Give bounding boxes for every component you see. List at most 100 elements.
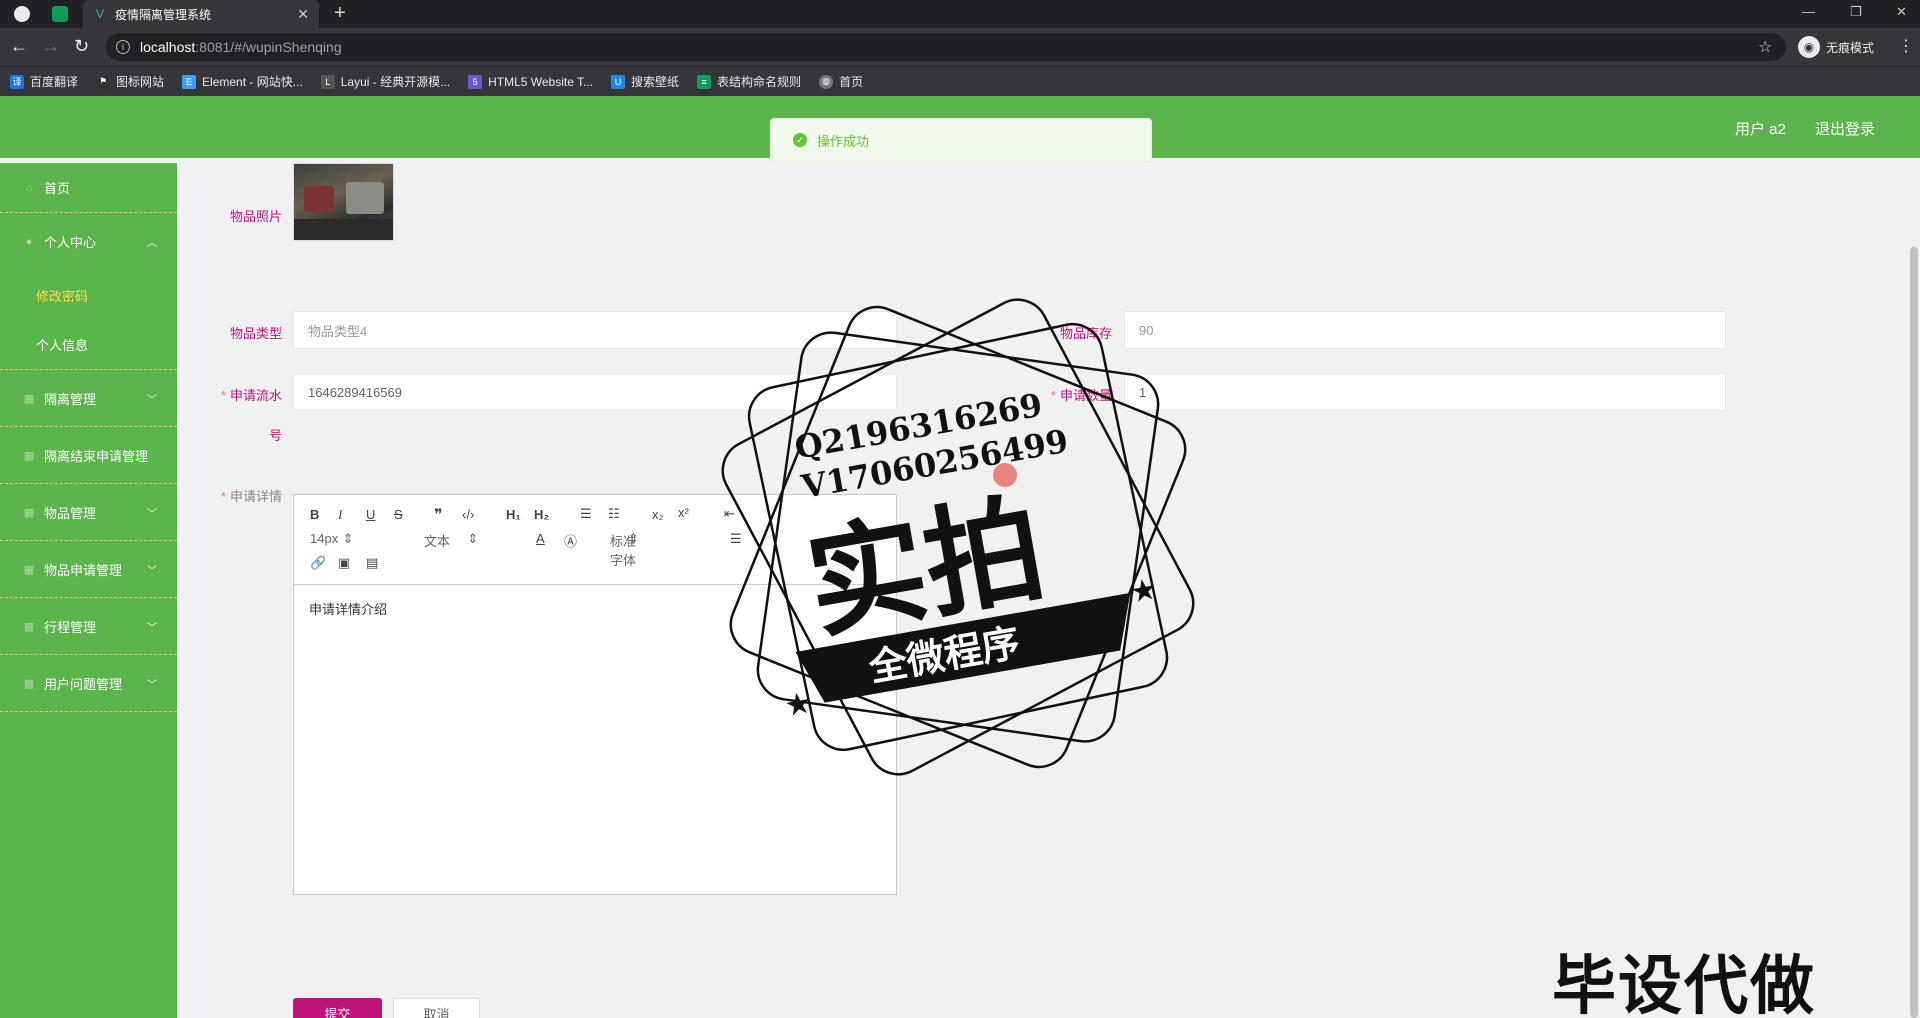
font-size-select[interactable]: 14px ⇕	[310, 531, 353, 547]
vue-icon: V	[95, 7, 104, 21]
font-family-select[interactable]: 标准字体 ⇕	[610, 531, 639, 568]
chevron-down-icon: ﹀	[147, 565, 157, 577]
active-tab[interactable]: V 疫情隔离管理系统 ✕	[83, 0, 319, 28]
incognito-label: 无痕模式	[1826, 40, 1875, 55]
qty-input[interactable]: 1	[1124, 373, 1726, 411]
background-color-icon[interactable]: Ⓐ	[564, 531, 577, 550]
watermark-corner: 毕设代做	[1552, 950, 1816, 1018]
chevron-down-icon: ﹀	[147, 394, 157, 406]
list-icon: ▦	[23, 392, 35, 405]
success-toast: ✓ 操作成功	[770, 118, 1152, 162]
editor-toolbar: B I U S ❞ ‹/› H₁ H₂ ☰ ☷ x₂ x² ⇤ 14px ⇕ 文…	[294, 495, 896, 585]
type-input[interactable]: 物品类型4	[293, 311, 897, 349]
header-select[interactable]: 文本 ⇕	[424, 531, 478, 549]
bold-icon[interactable]: B	[310, 507, 319, 522]
address-bar: ← → ↻ i localhost :8081/#/wupinShenqing …	[0, 28, 1920, 66]
bookmark-item[interactable]: L Layui - 经典开源模...	[320, 73, 450, 90]
bookmark-item[interactable]: ≡ 表结构命名规则	[697, 73, 801, 90]
quote-icon[interactable]: ❞	[434, 505, 443, 525]
html5-icon: 5	[468, 74, 483, 89]
new-tab-button[interactable]: +	[334, 2, 346, 25]
editor-content[interactable]: 申请详情介绍	[294, 585, 896, 632]
strike-icon[interactable]: S	[394, 507, 403, 522]
detail-label: * 申请详情	[220, 489, 282, 504]
scrollbar-thumb[interactable]	[1910, 247, 1918, 1018]
home-icon: ⌂	[25, 181, 33, 194]
h2-icon[interactable]: H₂	[534, 507, 549, 522]
chevron-down-icon: ﹀	[147, 508, 157, 520]
cancel-button[interactable]: 取消	[393, 998, 480, 1018]
sidebar-item-user-questions[interactable]: ▦ 用户问题管理 ﹀	[0, 655, 177, 712]
sidebar-item-goods[interactable]: ▦ 物品管理 ﹀	[0, 484, 177, 541]
italic-icon[interactable]: I	[338, 507, 342, 523]
list-icon: ▦	[23, 620, 35, 633]
check-icon: ✓	[793, 133, 807, 147]
bookmark-item[interactable]: ⚑ 图标网站	[96, 73, 164, 90]
superscript-icon[interactable]: x²	[678, 505, 689, 520]
h1-icon[interactable]: H₁	[506, 507, 521, 522]
url-input[interactable]: i localhost :8081/#/wupinShenqing	[106, 33, 1786, 61]
sidebar-subitem-personal-info[interactable]: 个人信息	[0, 320, 177, 370]
bookmark-star-icon[interactable]: ☆	[1758, 37, 1772, 57]
restore-icon[interactable]: ❐	[1850, 4, 1862, 20]
bookmark-item[interactable]: 5 HTML5 Website T...	[468, 74, 593, 89]
indent-icon[interactable]: ⇤	[724, 506, 735, 522]
stock-input[interactable]: 90	[1124, 311, 1726, 349]
toast-message: 操作成功	[817, 133, 870, 149]
link-icon[interactable]: 🔗	[310, 555, 326, 571]
rich-text-editor[interactable]: B I U S ❞ ‹/› H₁ H₂ ☰ ☷ x₂ x² ⇤ 14px ⇕ 文…	[293, 494, 897, 895]
video-icon[interactable]: ▤	[366, 555, 378, 571]
sidebar-item-itinerary[interactable]: ▦ 行程管理 ﹀	[0, 598, 177, 655]
stock-label: 物品库存	[1059, 326, 1112, 341]
submit-button[interactable]: 提交	[293, 998, 382, 1018]
sidebar-item-profile[interactable]: ● 个人中心 ︿	[0, 213, 177, 270]
bookmark-item[interactable]: 译百度翻译	[10, 73, 78, 90]
sidebar-item-goods-apply[interactable]: ▦ 物品申请管理 ﹀	[0, 541, 177, 598]
forward-icon[interactable]: →	[42, 36, 60, 57]
photo-label: 物品照片	[229, 209, 282, 224]
logout-link[interactable]: 退出登录	[1815, 118, 1875, 139]
page-scrollbar[interactable]	[1908, 163, 1920, 1018]
browser-menu-icon[interactable]: ⋮	[1898, 36, 1914, 56]
bullet-list-icon[interactable]: ☷	[608, 506, 620, 522]
list-icon: ▦	[23, 677, 35, 690]
tab-close-icon[interactable]: ✕	[297, 6, 309, 23]
list-icon: ▦	[23, 506, 35, 519]
pinned-tab-icon[interactable]	[14, 6, 30, 22]
incognito-badge[interactable]: ◉ 无痕模式	[1798, 36, 1874, 58]
font-color-icon[interactable]: A	[536, 531, 545, 546]
bookmark-item[interactable]: ◍ 首页	[819, 73, 863, 90]
type-label: 物品类型	[229, 326, 282, 341]
user-icon: ●	[25, 235, 33, 248]
code-icon[interactable]: ‹/›	[462, 507, 474, 522]
globe-icon: ◍	[819, 74, 834, 89]
back-icon[interactable]: ←	[10, 36, 28, 57]
info-icon[interactable]: i	[116, 40, 130, 54]
reload-icon[interactable]: ↻	[74, 36, 89, 57]
tab-title: 疫情隔离管理系统	[115, 7, 212, 22]
layui-icon: L	[320, 74, 335, 89]
window-close-icon[interactable]: ✕	[1896, 4, 1907, 20]
pinned-tab-icon[interactable]	[52, 6, 68, 22]
incognito-icon: ◉	[1798, 36, 1820, 58]
bookmark-item[interactable]: E Element - 网站快...	[182, 73, 303, 90]
image-icon[interactable]: ▣	[338, 555, 350, 571]
underline-icon[interactable]: U	[366, 507, 375, 522]
sidebar-item-home[interactable]: ⌂ 首页	[0, 163, 177, 213]
url-host: localhost	[140, 39, 196, 55]
minimize-icon[interactable]: —	[1802, 4, 1815, 19]
ordered-list-icon[interactable]: ☰	[580, 506, 592, 522]
serial-input[interactable]: 1646289416569	[293, 373, 897, 411]
goods-photo[interactable]	[293, 163, 394, 241]
sidebar-subitem-change-password[interactable]: 修改密码	[0, 270, 177, 320]
element-icon: E	[182, 74, 197, 89]
sidebar: ⌂ 首页 ● 个人中心 ︿ 修改密码 个人信息 ▦ 隔离管理 ﹀ ▦ 隔离结束申…	[0, 163, 177, 1018]
subscript-icon[interactable]: x₂	[652, 507, 664, 522]
bookmark-item[interactable]: U 搜索壁纸	[611, 73, 679, 90]
sidebar-item-isolation[interactable]: ▦ 隔离管理 ﹀	[0, 370, 177, 427]
sidebar-item-isolation-end[interactable]: ▦ 隔离结束申请管理	[0, 427, 177, 484]
bookmarks-bar: 译百度翻译 ⚑ 图标网站 E Element - 网站快... L Layui - 经…	[0, 66, 1920, 96]
serial-label: * 申请流水	[220, 388, 282, 403]
qty-label: * 申请数量	[1050, 388, 1112, 403]
align-icon[interactable]: ☰	[730, 531, 742, 547]
